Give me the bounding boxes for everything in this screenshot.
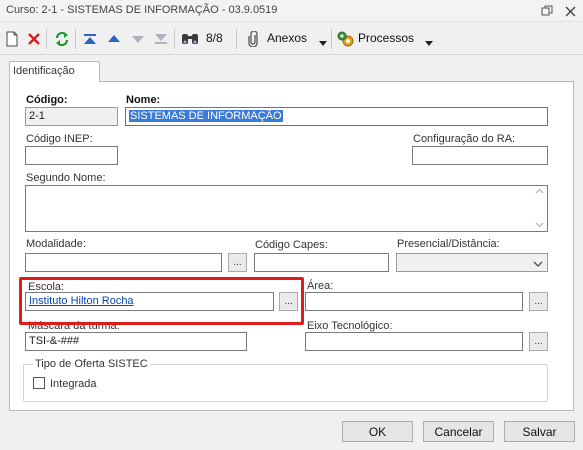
processos-menu-button[interactable] bbox=[336, 29, 356, 49]
close-icon bbox=[565, 6, 575, 16]
eixo-field[interactable] bbox=[305, 332, 523, 351]
config-ra-field[interactable] bbox=[412, 146, 548, 165]
window-title: Curso: 2-1 - SISTEMAS DE INFORMAÇÃO - 03… bbox=[6, 4, 278, 16]
first-record-icon bbox=[84, 34, 96, 44]
restore-button[interactable] bbox=[539, 3, 555, 19]
anexos-menu-button[interactable] bbox=[243, 29, 263, 49]
refresh-button[interactable] bbox=[52, 29, 72, 49]
close-window-button[interactable] bbox=[562, 3, 578, 19]
presencial-distancia-select[interactable] bbox=[396, 253, 548, 272]
codigo-capes-label: Código Capes: bbox=[255, 239, 328, 251]
refresh-icon bbox=[55, 31, 69, 47]
binoculars-icon bbox=[182, 34, 198, 44]
search-button[interactable] bbox=[180, 29, 200, 49]
anexos-dropdown-arrow[interactable] bbox=[319, 37, 327, 49]
record-counter: 8/8 bbox=[206, 31, 223, 45]
escola-highlight-box bbox=[19, 277, 304, 325]
modalidade-lookup-button[interactable]: ... bbox=[228, 253, 247, 272]
toolbar-separator bbox=[174, 29, 175, 49]
delete-button[interactable] bbox=[24, 29, 44, 49]
integrada-label[interactable]: Integrada bbox=[50, 378, 96, 390]
codigo-capes-field[interactable] bbox=[254, 253, 389, 272]
gears-icon bbox=[337, 31, 354, 47]
processos-dropdown-arrow[interactable] bbox=[425, 37, 433, 49]
next-record-icon bbox=[132, 36, 144, 43]
last-record-button[interactable] bbox=[151, 29, 171, 49]
toolbar-separator bbox=[46, 29, 47, 49]
previous-record-icon bbox=[108, 35, 120, 42]
mascara-field[interactable]: TSI-&-### bbox=[25, 332, 247, 351]
area-field[interactable] bbox=[305, 292, 523, 311]
anexos-label[interactable]: Anexos bbox=[267, 31, 307, 45]
new-document-icon bbox=[6, 31, 18, 47]
presencial-distancia-label: Presencial/Distância: bbox=[397, 238, 500, 250]
paperclip-icon bbox=[248, 31, 258, 47]
eixo-lookup-button[interactable]: ... bbox=[529, 332, 548, 351]
salvar-button[interactable]: Salvar bbox=[504, 421, 575, 442]
integrada-checkbox[interactable] bbox=[33, 377, 45, 389]
processos-label[interactable]: Processos bbox=[358, 31, 414, 45]
nome-field[interactable]: SISTEMAS DE INFORMAÇÃO bbox=[125, 107, 548, 126]
segundo-nome-scrollbar[interactable] bbox=[532, 186, 547, 231]
area-lookup-button[interactable]: ... bbox=[529, 292, 548, 311]
first-record-button[interactable] bbox=[80, 29, 100, 49]
codigo-inep-label: Código INEP: bbox=[26, 133, 93, 145]
chevron-down-icon bbox=[533, 261, 543, 267]
caret-down-icon bbox=[425, 41, 433, 46]
modalidade-field[interactable] bbox=[25, 253, 222, 272]
caret-down-icon bbox=[319, 41, 327, 46]
new-record-button[interactable] bbox=[2, 29, 22, 49]
nome-label: Nome: bbox=[126, 94, 161, 106]
config-ra-label: Configuração do RA: bbox=[413, 133, 516, 145]
toolbar-separator bbox=[75, 29, 76, 49]
codigo-field[interactable]: 2-1 bbox=[25, 107, 118, 126]
nome-value: SISTEMAS DE INFORMAÇÃO bbox=[129, 110, 283, 122]
ok-button[interactable]: OK bbox=[342, 421, 413, 442]
cancelar-button[interactable]: Cancelar bbox=[423, 421, 494, 442]
presencial-dropdown-arrow[interactable] bbox=[533, 259, 543, 271]
restore-icon bbox=[541, 5, 553, 16]
segundo-nome-field[interactable] bbox=[25, 185, 548, 232]
last-record-icon bbox=[155, 34, 167, 44]
area-label: Área: bbox=[307, 280, 334, 292]
scroll-arrows-icon bbox=[535, 188, 544, 228]
toolbar-separator bbox=[236, 29, 237, 49]
delete-icon bbox=[28, 33, 40, 45]
toolbar-separator bbox=[331, 29, 332, 49]
codigo-inep-field[interactable] bbox=[25, 146, 118, 165]
previous-record-button[interactable] bbox=[104, 29, 124, 49]
tab-identificacao-label[interactable]: Identificação bbox=[13, 65, 75, 77]
segundo-nome-label: Segundo Nome: bbox=[26, 172, 106, 184]
modalidade-label: Modalidade: bbox=[26, 238, 86, 250]
next-record-button[interactable] bbox=[128, 29, 148, 49]
codigo-label: Código: bbox=[26, 94, 68, 106]
tipo-oferta-label: Tipo de Oferta SISTEC bbox=[33, 358, 150, 370]
eixo-label: Eixo Tecnológico: bbox=[307, 320, 393, 332]
